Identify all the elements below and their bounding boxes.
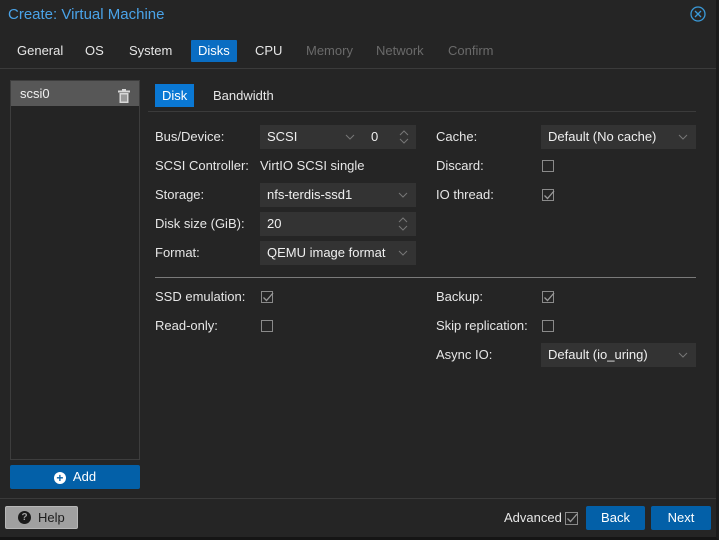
tab-confirm: Confirm: [448, 43, 494, 58]
trash-icon[interactable]: [118, 86, 130, 103]
create-vm-dialog: Create: Virtual Machine General OS Syste…: [0, 0, 718, 540]
bus-device-label: Bus/Device:: [155, 129, 225, 144]
help-label: Help: [38, 510, 65, 525]
format-select[interactable]: QEMU image format: [260, 241, 416, 265]
chevron-down-icon: [677, 125, 689, 149]
advanced-label: Advanced: [504, 510, 562, 525]
footer-divider: [0, 498, 716, 499]
device-value: 0: [371, 129, 379, 144]
async-io-label: Async IO:: [436, 347, 493, 362]
skip-replication-label: Skip replication:: [436, 318, 528, 333]
storage-value: nfs-terdis-ssd1: [267, 187, 353, 202]
tab-disks[interactable]: Disks: [191, 40, 237, 62]
cache-select[interactable]: Default (No cache): [541, 125, 696, 149]
format-value: QEMU image format: [267, 245, 386, 260]
device-number-input[interactable]: 0: [364, 125, 416, 149]
dialog-title: Create: Virtual Machine: [8, 6, 165, 23]
disk-item-label: scsi0: [20, 86, 50, 101]
async-io-value: Default (io_uring): [548, 347, 648, 362]
tab-cpu[interactable]: CPU: [248, 40, 289, 62]
chevron-down-icon: [344, 125, 356, 149]
tab-memory: Memory: [306, 43, 353, 58]
wizard-tabs: General OS System Disks CPU Memory Netwo…: [0, 38, 716, 69]
disk-subtabs: Disk Bandwidth: [148, 84, 696, 112]
tab-network: Network: [376, 43, 424, 58]
spinner-icon[interactable]: [398, 128, 410, 146]
tab-system[interactable]: System: [122, 40, 179, 62]
chevron-down-icon: [397, 241, 409, 265]
section-divider: [155, 277, 696, 278]
checkmark-icon: [263, 292, 274, 302]
disk-size-input[interactable]: 20: [260, 212, 416, 236]
subtab-disk[interactable]: Disk: [155, 84, 195, 107]
tab-general[interactable]: General: [10, 40, 70, 62]
tab-os[interactable]: OS: [78, 40, 111, 62]
cache-value: Default (No cache): [548, 129, 657, 144]
checkmark-icon: [567, 513, 578, 523]
io-thread-checkbox[interactable]: [542, 189, 555, 201]
checkmark-icon: [544, 190, 555, 200]
backup-label: Backup:: [436, 289, 483, 304]
discard-label: Discard:: [436, 158, 484, 173]
subtab-bandwidth[interactable]: Bandwidth: [206, 84, 281, 107]
checkmark-icon: [544, 292, 555, 302]
read-only-label: Read-only:: [155, 318, 218, 333]
next-button[interactable]: Next: [651, 506, 711, 530]
chevron-down-icon: [397, 183, 409, 207]
disk-list-item[interactable]: scsi0: [11, 81, 139, 106]
disk-size-label: Disk size (GiB):: [155, 216, 245, 231]
discard-checkbox[interactable]: [542, 160, 554, 172]
advanced-checkbox[interactable]: [565, 512, 578, 525]
bus-value: SCSI: [267, 129, 298, 144]
cache-label: Cache:: [436, 129, 478, 144]
close-icon[interactable]: [690, 6, 706, 22]
add-disk-button[interactable]: + Add: [10, 465, 140, 489]
chevron-down-icon: [677, 343, 689, 367]
storage-select[interactable]: nfs-terdis-ssd1: [260, 183, 416, 207]
ssd-emulation-checkbox[interactable]: [261, 291, 274, 303]
storage-label: Storage:: [155, 187, 205, 202]
scsi-controller-label: SCSI Controller:: [155, 158, 249, 173]
io-thread-label: IO thread:: [436, 187, 494, 202]
back-button[interactable]: Back: [586, 506, 645, 530]
format-label: Format:: [155, 245, 200, 260]
read-only-checkbox[interactable]: [261, 320, 273, 332]
scsi-controller-value: VirtIO SCSI single: [260, 158, 365, 173]
bus-select[interactable]: SCSI: [260, 125, 364, 149]
disk-size-value: 20: [267, 216, 282, 231]
question-circle-icon: ?: [18, 511, 31, 524]
disk-list: scsi0: [10, 80, 140, 460]
async-io-select[interactable]: Default (io_uring): [541, 343, 696, 367]
backup-checkbox[interactable]: [542, 291, 555, 303]
ssd-emulation-label: SSD emulation:: [155, 289, 246, 304]
add-label: Add: [72, 469, 97, 484]
spinner-icon[interactable]: [397, 215, 409, 233]
plus-circle-icon: +: [53, 472, 66, 484]
help-button[interactable]: ? Help: [5, 506, 78, 529]
skip-replication-checkbox[interactable]: [542, 320, 554, 332]
